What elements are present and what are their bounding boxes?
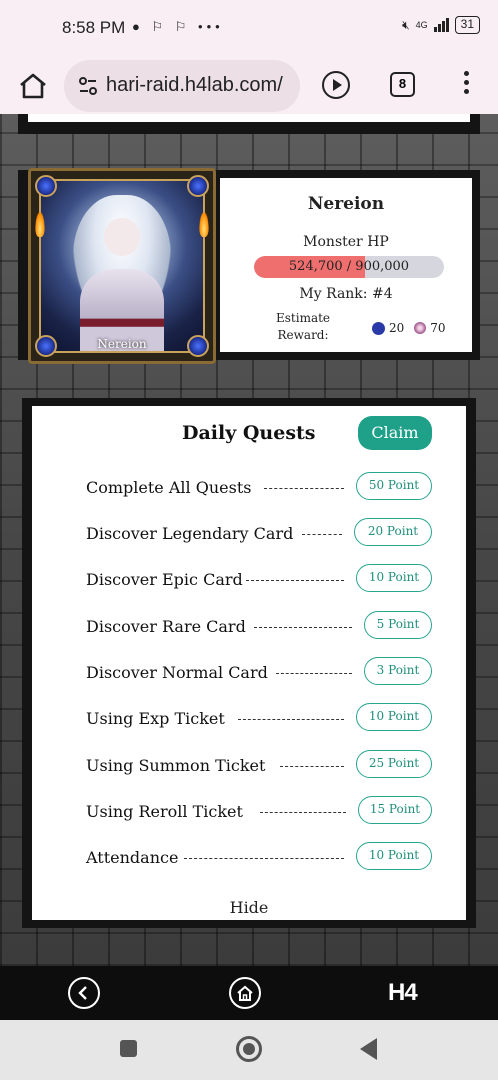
quest-points-badge: 5 Point xyxy=(364,611,432,639)
previous-panel xyxy=(18,114,480,134)
status-time: 8:58 PM xyxy=(62,18,126,37)
system-nav-bar xyxy=(0,1020,498,1080)
signal-icon xyxy=(433,18,449,32)
quest-label: Using Reroll Ticket xyxy=(86,802,243,821)
claim-button[interactable]: Claim xyxy=(358,416,432,450)
quest-points-badge: 25 Point xyxy=(356,750,432,778)
play-icon[interactable] xyxy=(322,71,350,99)
tab-switcher-button[interactable]: 8 xyxy=(390,72,415,97)
quest-label: Discover Legendary Card xyxy=(86,524,294,543)
link-icon: ⚐ xyxy=(174,19,191,34)
h4-logo[interactable]: H4 xyxy=(388,979,418,1007)
quest-dash-divider xyxy=(302,534,342,535)
gem-icon xyxy=(187,175,209,197)
home-icon[interactable] xyxy=(18,72,48,100)
orb-icon xyxy=(414,322,427,334)
daily-quests-card: Daily Quests Claim Complete All Quests 50… xyxy=(32,406,466,920)
quests-title: Daily Quests xyxy=(182,422,316,444)
quest-points-badge: 10 Point xyxy=(356,703,432,731)
boss-name: Nereion xyxy=(307,194,385,214)
portrait-name: Nereion xyxy=(97,337,147,351)
quest-row: Using Reroll Ticket 15 Point xyxy=(32,794,466,830)
flame-icon xyxy=(35,211,45,237)
system-back-icon[interactable] xyxy=(360,1038,377,1060)
status-right: 🔇︎ 4G 31 xyxy=(402,16,480,34)
more-icon: ••• xyxy=(198,19,224,34)
mute-icon: 🔇︎ xyxy=(402,17,410,32)
back-button[interactable] xyxy=(68,977,100,1009)
quest-points-badge: 20 Point xyxy=(354,518,432,546)
reward-label-line2: Reward: xyxy=(277,328,329,342)
home-button[interactable] xyxy=(229,977,261,1009)
gem-icon xyxy=(35,175,57,197)
home-icon xyxy=(237,985,253,1001)
link-icon: ⚐ xyxy=(151,19,168,34)
hide-button[interactable]: Hide xyxy=(32,898,466,917)
quest-dash-divider xyxy=(246,580,344,581)
quest-label: Using Exp Ticket xyxy=(86,709,225,728)
rank-text: My Rank: #4 xyxy=(299,286,393,302)
reward-values: 20 70 xyxy=(372,321,446,335)
battery-icon: 31 xyxy=(454,16,480,34)
quest-row: Discover Legendary Card 20 Point xyxy=(32,516,466,552)
web-content: Nereion Nereion Monster HP 524,700 / 900… xyxy=(0,114,498,966)
quest-dash-divider xyxy=(280,766,344,767)
quest-dash-divider xyxy=(276,673,352,674)
quest-label: Using Summon Ticket xyxy=(86,756,266,775)
notification-icons: ● ⚐ ⚐ ••• xyxy=(132,19,224,35)
network-label: 4G xyxy=(415,19,428,30)
quest-points-badge: 10 Point xyxy=(356,564,432,592)
quest-row: Attendance 10 Point xyxy=(32,840,466,876)
system-home-icon[interactable] xyxy=(236,1036,262,1062)
quest-points-badge: 3 Point xyxy=(364,657,432,685)
quest-row: Using Exp Ticket 10 Point xyxy=(32,701,466,737)
status-bar: 8:58 PM ● ⚐ ⚐ ••• 🔇︎ 4G 31 xyxy=(0,0,498,58)
hp-text: 524,700 / 900,000 xyxy=(288,259,410,274)
overflow-menu-icon[interactable] xyxy=(462,71,470,99)
quest-label: Attendance xyxy=(86,848,179,867)
quest-dash-divider xyxy=(264,488,344,489)
quest-label: Discover Epic Card xyxy=(86,570,243,589)
quest-dash-divider xyxy=(184,858,344,859)
recents-icon[interactable] xyxy=(120,1040,137,1057)
quest-dash-divider xyxy=(254,627,352,628)
app-bottom-nav: H4 xyxy=(0,966,498,1020)
quest-points-badge: 10 Point xyxy=(356,842,432,870)
coin-icon xyxy=(372,321,385,335)
quest-label: Discover Rare Card xyxy=(86,617,246,636)
quest-row: Using Summon Ticket 25 Point xyxy=(32,748,466,784)
boss-info: Nereion Monster HP 524,700 / 900,000 My … xyxy=(220,178,472,352)
boss-panel: Nereion Nereion Monster HP 524,700 / 900… xyxy=(18,168,480,364)
reward-coin-value: 20 xyxy=(389,321,405,335)
daily-quests-panel: Daily Quests Claim Complete All Quests 50… xyxy=(22,398,476,928)
reward-label-line1: Estimate xyxy=(276,311,331,325)
quest-points-badge: 15 Point xyxy=(358,796,432,824)
boss-portrait[interactable]: Nereion xyxy=(28,168,216,364)
quest-label: Discover Normal Card xyxy=(86,663,268,682)
url-text[interactable]: hari-raid.h4lab.com/ xyxy=(106,74,296,97)
chat-bubble-icon: ● xyxy=(132,19,144,34)
hp-label: Monster HP xyxy=(303,234,389,250)
browser-toolbar: hari-raid.h4lab.com/ 8 xyxy=(0,58,498,114)
site-settings-icon[interactable] xyxy=(78,76,98,96)
chevron-left-icon xyxy=(78,986,87,1000)
boss-artwork xyxy=(39,179,205,353)
hp-bar: 524,700 / 900,000 xyxy=(254,256,444,278)
reward-label: Estimate Reward: xyxy=(276,310,330,344)
quest-dash-divider xyxy=(238,719,344,720)
address-bar[interactable]: hari-raid.h4lab.com/ xyxy=(64,60,300,112)
quest-label: Complete All Quests xyxy=(86,478,252,497)
reward-orb-value: 70 xyxy=(430,321,446,335)
quest-row: Complete All Quests 50 Point xyxy=(32,470,466,506)
flame-icon xyxy=(199,211,209,237)
quest-row: Discover Normal Card 3 Point xyxy=(32,655,466,691)
quest-row: Discover Epic Card 10 Point xyxy=(32,562,466,598)
quest-points-badge: 50 Point xyxy=(356,472,432,500)
quest-dash-divider xyxy=(260,812,346,813)
quest-row: Discover Rare Card 5 Point xyxy=(32,609,466,645)
